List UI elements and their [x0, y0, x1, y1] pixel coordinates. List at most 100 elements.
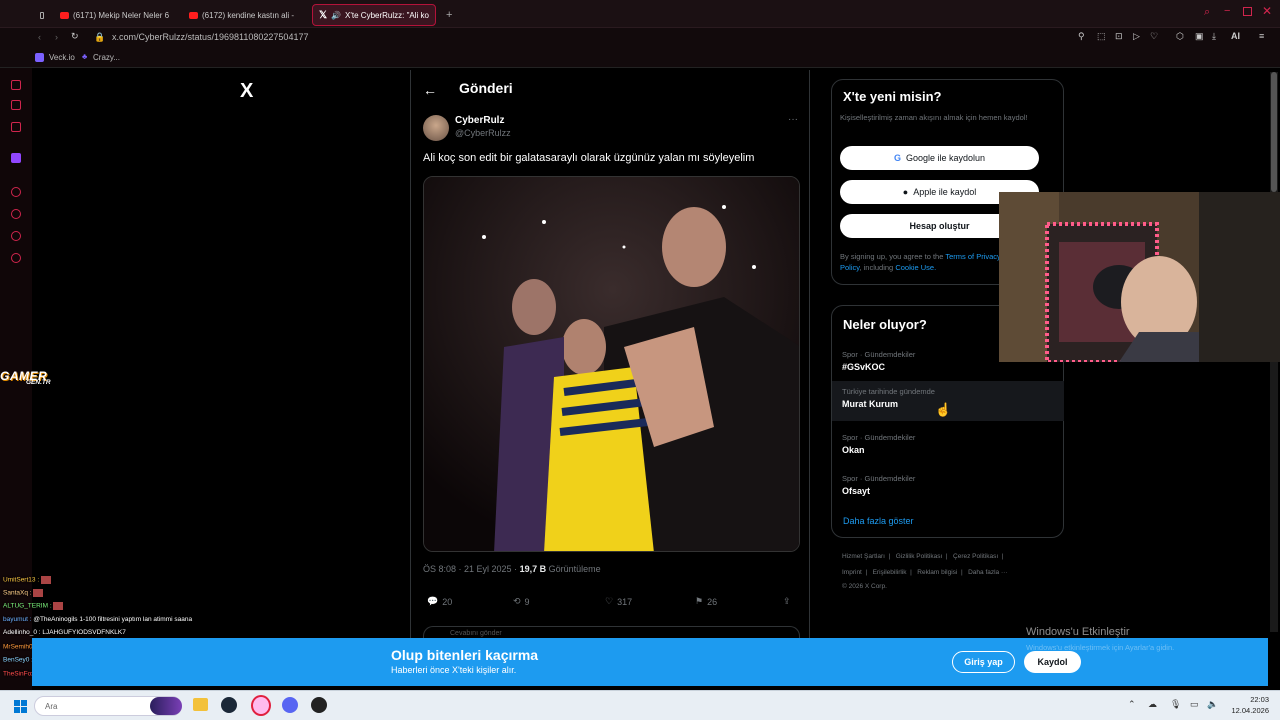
trend-name: Ofsayt [842, 486, 871, 496]
youtube-icon [189, 11, 198, 19]
mic-icon[interactable]: 🎙 [1170, 699, 1181, 710]
reply-icon: 💬 [427, 596, 439, 606]
close-icon[interactable]: ✕ [1262, 4, 1272, 18]
wallet-icon[interactable]: ▣ [1195, 31, 1204, 42]
like-count: 317 [617, 596, 633, 607]
file-explorer-icon[interactable] [193, 698, 208, 711]
url-field[interactable]: x.com/CyberRulzz/status/1969811080227504… [112, 32, 308, 42]
player-icon[interactable]: ▷ [1133, 31, 1140, 42]
scrollbar-thumb[interactable] [1271, 72, 1277, 192]
author-name[interactable]: CyberRulz [455, 115, 504, 126]
login-button[interactable]: Giriş yap [952, 651, 1015, 673]
chat-line: Adellinho_0 : LJAHGUFYIODSVDFNKLK7 [3, 629, 126, 636]
heart-icon[interactable]: ♡ [1150, 31, 1158, 42]
steam-icon[interactable] [221, 697, 237, 713]
signup-title: X'te yeni misin? [843, 89, 942, 104]
settings-icon[interactable] [11, 253, 21, 263]
tab-bar: (6171) Mekip Neler Neler 6 (6172) kendin… [0, 0, 1280, 28]
trend-item[interactable]: Spor · Gündemdekiler Ofsayt [832, 468, 1064, 508]
footer-link[interactable]: Daha fazla ··· [968, 569, 1007, 576]
like-button[interactable]: ♡ 317 [605, 596, 632, 607]
repost-button[interactable]: ⟲ 9 [513, 596, 530, 607]
player-icon[interactable] [11, 187, 21, 197]
messenger-icon[interactable] [11, 100, 21, 110]
tab-youtube-2[interactable]: (6172) kendine kastın ali - [183, 4, 309, 26]
new-tab-button[interactable]: + [440, 4, 454, 26]
terms-link[interactable]: Terms of [945, 252, 974, 261]
footer-link[interactable]: Erişilebilirlik [873, 569, 907, 576]
footer-link[interactable]: Reklam bilgisi [917, 569, 957, 576]
activation-watermark-sub: Windows'u etkinleştirmek için Ayarlar'a … [1026, 643, 1175, 652]
chat-message: LJAHGUFYIODSVDFNKLK7 [42, 629, 126, 636]
clock-date[interactable]: 12.04.2026 [1229, 706, 1269, 715]
google-signup-button[interactable]: G Google ile kaydolun [840, 146, 1039, 170]
maximize-icon[interactable] [1243, 7, 1252, 16]
obs-icon[interactable] [311, 697, 327, 713]
activation-watermark: Windows'u Etkinleştir [1026, 626, 1130, 638]
tab-label: (6172) kendine kastın ali - [202, 10, 295, 20]
aria-icon[interactable] [11, 80, 21, 90]
bookmark-button[interactable]: ⚑ 26 [695, 596, 717, 607]
bookmark-icon: ⚑ [695, 596, 704, 606]
footer-row-2: Imprint | Erişilebilirlik | Reklam bilgi… [842, 569, 1008, 576]
vpn-icon[interactable]: ⊡ [1115, 31, 1123, 42]
menu-icon[interactable]: ≡ [1259, 31, 1264, 41]
display-icon[interactable]: ▭ [1190, 699, 1199, 710]
back-icon[interactable]: ‹ [38, 32, 41, 42]
back-arrow-icon[interactable]: ← [423, 82, 437, 98]
tray-expand-icon[interactable]: ⌃ [1128, 699, 1136, 710]
cloud-icon[interactable]: ☁ [1148, 699, 1157, 710]
chat-line: bayumut : @TheAninogils 1-100 filtresini… [3, 616, 192, 623]
footer-link[interactable]: Gizlilik Politikası [896, 553, 943, 560]
minimize-icon[interactable]: − [1224, 5, 1230, 17]
author-handle[interactable]: @CyberRulzz [455, 128, 511, 138]
footer-row-1: Hizmet Şartları | Gizlilik Politikası | … [842, 553, 1004, 560]
bookmark-veck[interactable]: Veck.io [49, 53, 75, 62]
google-label: Google ile kaydolun [905, 153, 986, 163]
more-icon[interactable]: ··· [788, 114, 798, 125]
extensions-icon[interactable]: ⬡ [1176, 31, 1184, 42]
reload-icon[interactable]: ↻ [71, 31, 79, 42]
signup-subtitle: Kişiselleştirilmiş zaman akışını almak i… [840, 113, 1028, 122]
tab-youtube-1[interactable]: (6171) Mekip Neler Neler 6 [54, 4, 178, 26]
ai-icon[interactable]: AI [1231, 31, 1240, 41]
twitch-icon[interactable] [11, 153, 21, 163]
taskbar: Ara ⌃ ☁ 🎙 ▭ 🔈 22:03 12.04.2026 [0, 690, 1280, 720]
signup-button[interactable]: Kaydol [1024, 651, 1081, 673]
lock-icon: 🔒 [94, 32, 106, 42]
tab-x-active[interactable]: 𝕏 🔊 X'te CyberRulzz: "Ali ko [312, 4, 436, 26]
trend-item[interactable]: Spor · Gündemdekiler Okan [832, 427, 1064, 467]
page-title: Gönderi [459, 80, 513, 96]
x-logo-icon[interactable]: X [240, 80, 253, 103]
search-tabs-icon[interactable]: ⌕ [1204, 6, 1210, 19]
footer-link[interactable]: Imprint [842, 569, 862, 576]
screenshot-icon[interactable]: ⬚ [1097, 31, 1106, 42]
volume-icon[interactable]: 🔈 [1207, 699, 1218, 710]
reply-button[interactable]: 💬 20 [427, 596, 452, 607]
download-icon[interactable]: ⤓ [1212, 31, 1216, 42]
tweet-time[interactable]: ÖS 8:08 · 21 Eyl 2025 · [423, 564, 520, 574]
history-icon[interactable] [11, 209, 21, 219]
avatar[interactable] [423, 115, 449, 141]
opera-taskbar-icon[interactable] [251, 695, 271, 716]
footer-link[interactable]: Hizmet Şartları [842, 553, 885, 560]
forward-icon[interactable]: › [55, 32, 58, 42]
footer-link[interactable]: Çerez Politikası [953, 553, 998, 560]
repost-count: 9 [524, 596, 530, 607]
discord-icon[interactable] [282, 697, 298, 713]
instagram-icon[interactable] [11, 122, 21, 132]
show-more-link[interactable]: Daha fazla göster [843, 516, 914, 526]
search-highlight-icon[interactable] [150, 697, 182, 715]
pin-icon[interactable]: ⚲ [1078, 31, 1085, 42]
share-button[interactable]: ⇪ [783, 596, 791, 607]
tweet-video[interactable] [423, 176, 800, 552]
trend-name: Okan [842, 445, 865, 455]
clock-time[interactable]: 22:03 [1229, 695, 1269, 704]
cookie-link[interactable]: Cookie Use. [895, 263, 936, 272]
bookmark-crazy[interactable]: Crazy... [93, 53, 120, 62]
extensions-icon[interactable] [11, 231, 21, 241]
banner-subtitle: Haberleri önce X'teki kişiler alır. [391, 665, 517, 675]
tab-islands-icon[interactable] [34, 4, 50, 26]
hand-cursor-icon: ☝ [935, 402, 952, 417]
windows-start-icon[interactable] [14, 700, 27, 713]
